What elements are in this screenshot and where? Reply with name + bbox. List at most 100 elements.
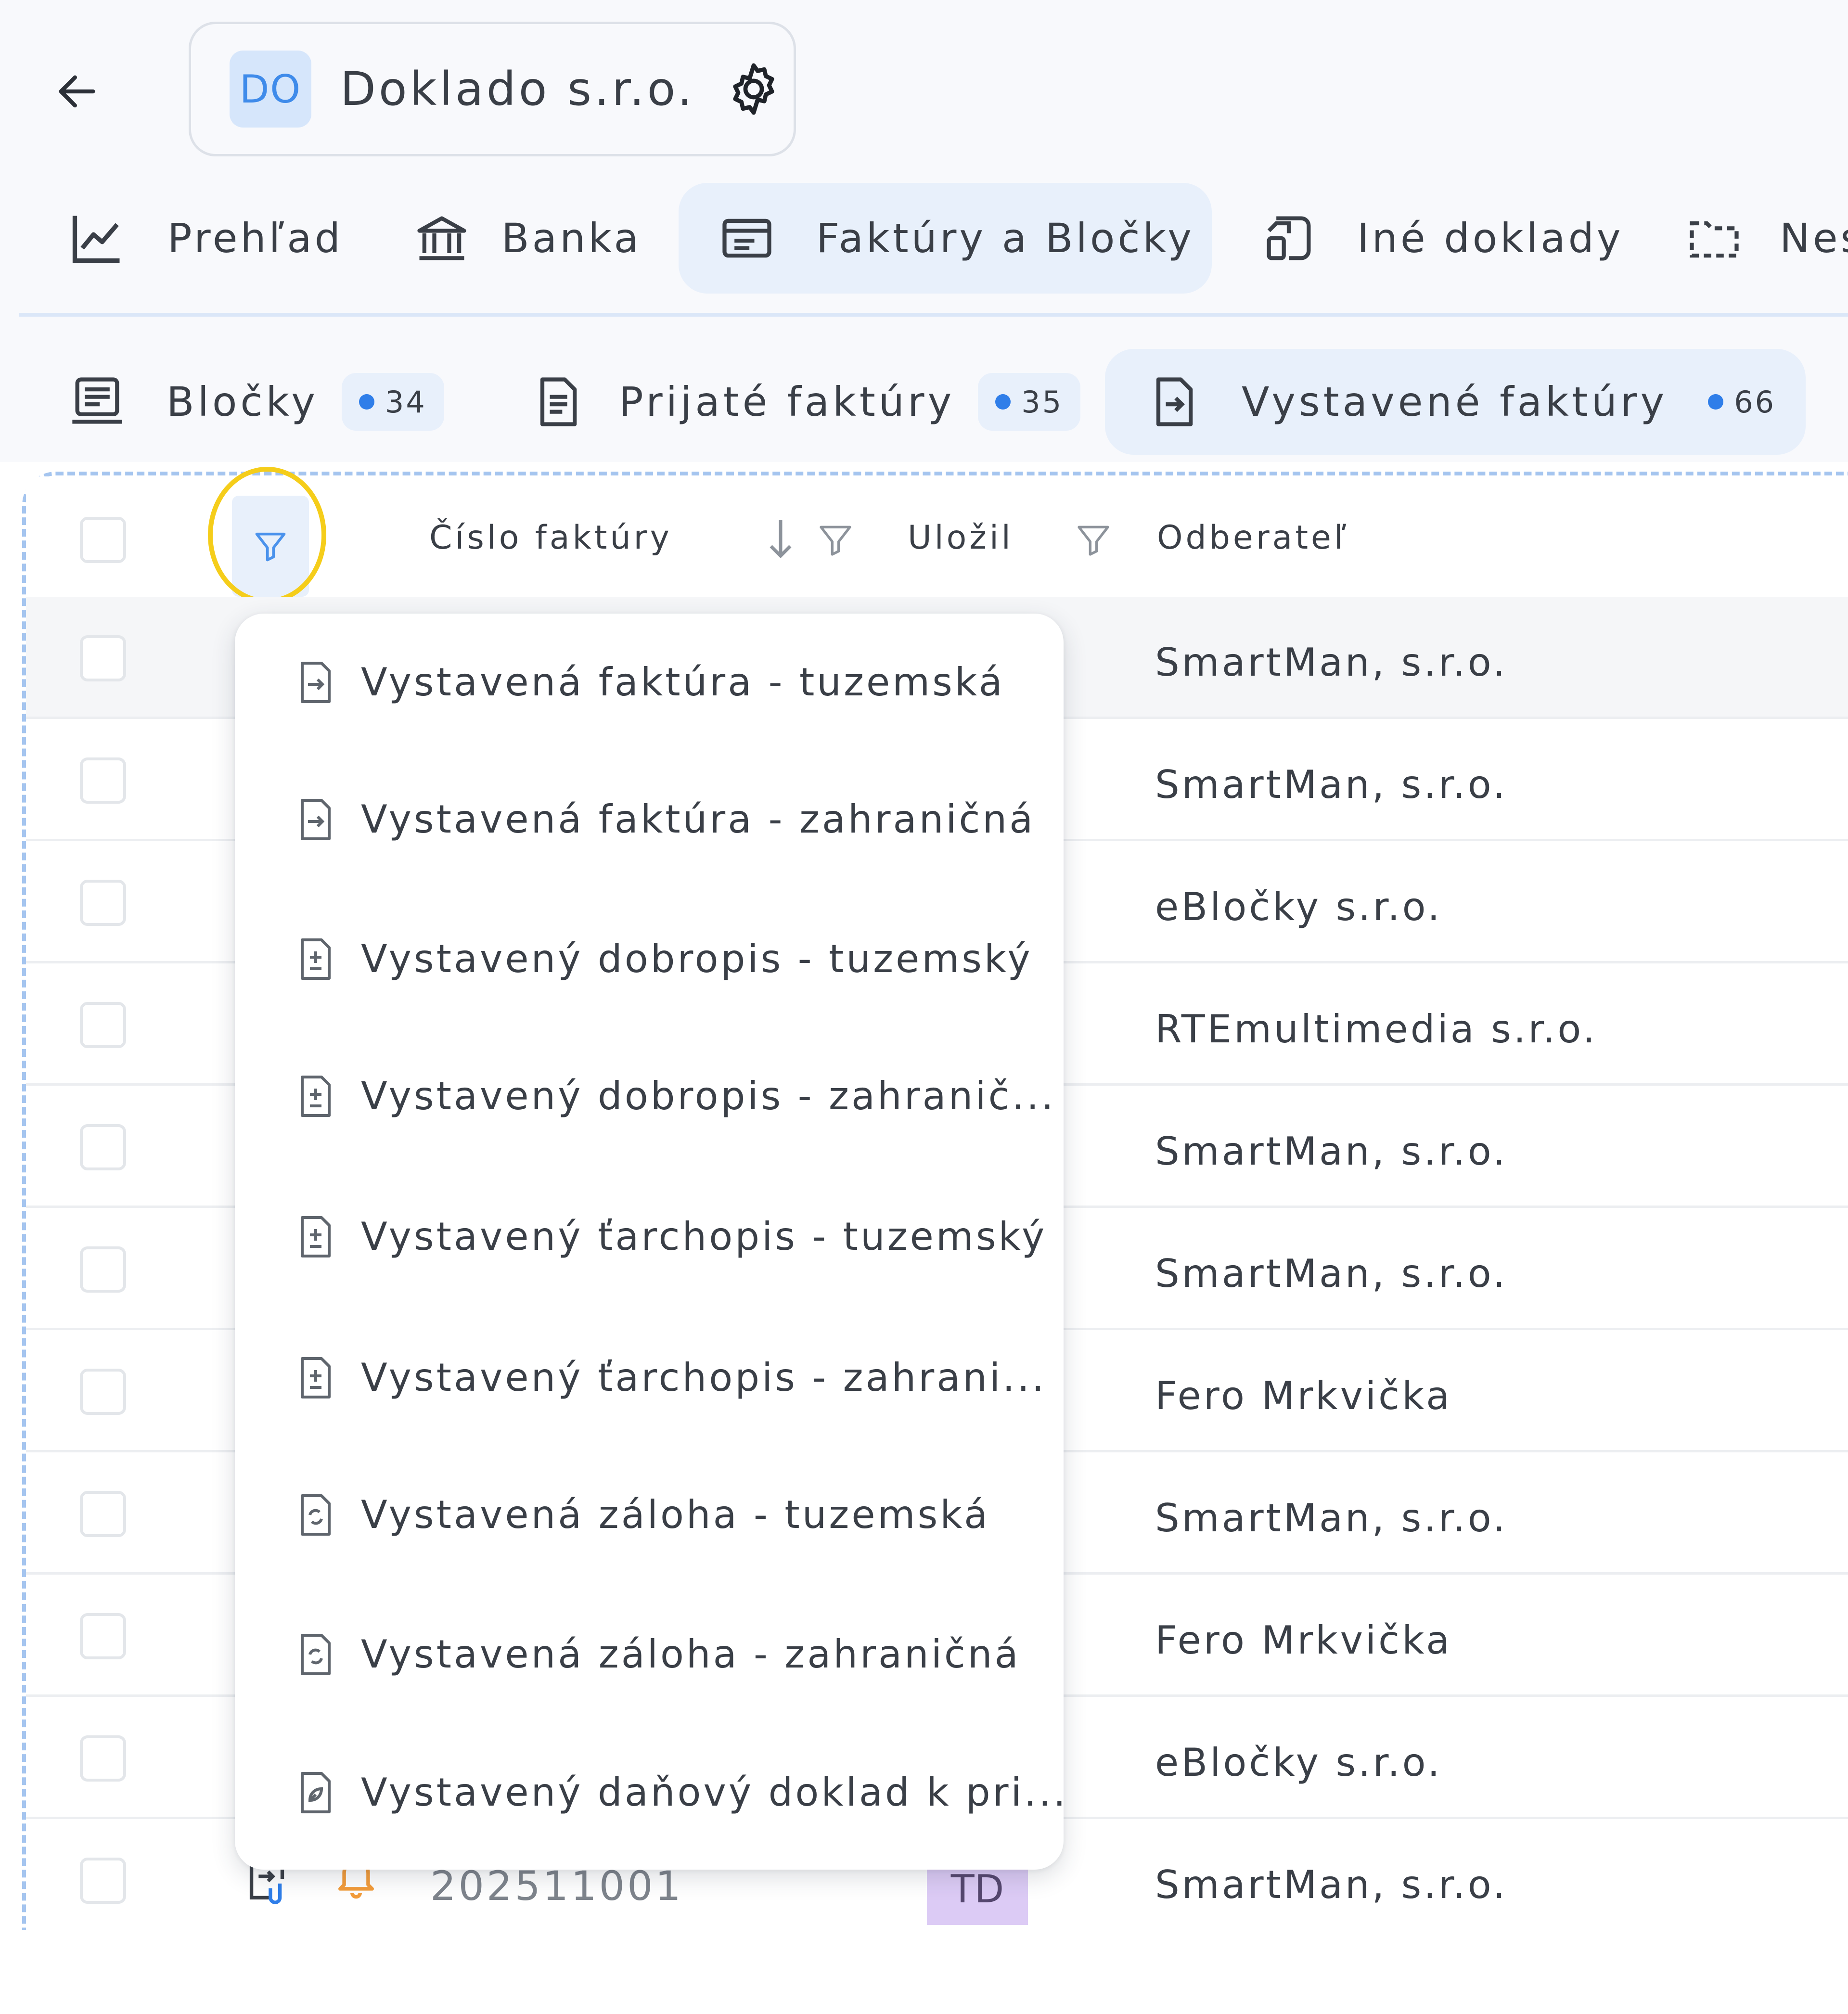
- bank-icon: [417, 216, 466, 260]
- tab-nes[interactable]: Nes: [1675, 183, 1848, 294]
- tab-ine-doklady-label: Iné doklady: [1357, 215, 1624, 262]
- document-cycle-icon: [301, 1633, 331, 1675]
- back-button[interactable]: [48, 63, 106, 120]
- tab-prehlad-label: Prehľad: [167, 215, 344, 262]
- row-checkbox[interactable]: [80, 1613, 126, 1659]
- menu-item[interactable]: Vystavená záloha - zahraničná: [235, 1586, 1064, 1723]
- company-avatar: DO: [230, 51, 311, 128]
- status-dot: [995, 394, 1011, 410]
- customer-cell: SmartMan, s.r.o.: [1155, 1129, 1508, 1174]
- customer-cell: RTEmultimedia s.r.o.: [1155, 1007, 1598, 1052]
- filter-icon: [1078, 526, 1109, 556]
- invoice-number-filter-button[interactable]: [815, 521, 856, 559]
- menu-item[interactable]: Vystavená faktúra - tuzemská: [235, 614, 1064, 751]
- company-switcher[interactable]: DO Doklado s.r.o.: [189, 22, 796, 156]
- page-bottom: [0, 1930, 1848, 2014]
- menu-item[interactable]: Vystavený dobropis - tuzemský: [235, 890, 1064, 1027]
- tab-nes-label: Nes: [1780, 215, 1848, 262]
- customer-cell: Fero Mrkvička: [1155, 1618, 1452, 1663]
- customer-cell: SmartMan, s.r.o.: [1155, 1862, 1508, 1907]
- count-value: 66: [1734, 384, 1776, 420]
- row-checkbox[interactable]: [80, 1858, 126, 1904]
- arrow-down-icon: [770, 520, 792, 558]
- row-checkbox[interactable]: [80, 1735, 126, 1782]
- tab-banka[interactable]: Banka: [402, 183, 651, 294]
- menu-item-label: Vystavená faktúra - zahraničná: [361, 797, 1036, 842]
- document-plus-minus-icon: [301, 1216, 331, 1257]
- count-badge: 35: [978, 373, 1081, 431]
- subtab-vystavene-faktury-label: Vystavené faktúry: [1242, 378, 1668, 425]
- customer-cell: SmartMan, s.r.o.: [1155, 762, 1508, 807]
- tab-prehlad[interactable]: Prehľad: [58, 183, 353, 294]
- menu-item-label: Vystavený ťarchopis - zahrani...: [361, 1355, 1047, 1400]
- receipt-icon: [72, 377, 122, 424]
- received-invoice-icon: [540, 377, 577, 426]
- document-type-filter-menu: Vystavená faktúra - tuzemská Vystavená f…: [235, 614, 1065, 1870]
- company-settings-button[interactable]: [724, 59, 783, 119]
- tab-banka-label: Banka: [501, 215, 642, 262]
- column-header-saved-by[interactable]: Uložil: [908, 519, 1014, 557]
- filter-icon: [820, 526, 851, 556]
- subtab-prijate-faktury[interactable]: Prijaté faktúry 35: [518, 349, 1090, 455]
- menu-item-label: Vystavený ťarchopis - tuzemský: [361, 1214, 1047, 1259]
- menu-item-label: Vystavená záloha - zahraničná: [361, 1632, 1021, 1677]
- menu-item-label: Vystavený dobropis - zahranič...: [361, 1074, 1056, 1118]
- customer-cell: SmartMan, s.r.o.: [1155, 1251, 1508, 1296]
- subtab-vystavene-faktury[interactable]: Vystavené faktúry 66: [1105, 349, 1806, 455]
- document-arrow-icon: [301, 798, 331, 840]
- subtab-prijate-faktury-label: Prijaté faktúry: [619, 378, 955, 425]
- menu-item-label: Vystavený dobropis - tuzemský: [361, 936, 1033, 981]
- tabs-divider: [19, 313, 1848, 317]
- highlight-ring: [208, 467, 326, 603]
- tab-faktury-a-blocky[interactable]: Faktúry a Bločky: [679, 183, 1212, 294]
- row-checkbox[interactable]: [80, 635, 126, 681]
- customer-cell: Fero Mrkvička: [1155, 1373, 1452, 1418]
- subtab-blocky-label: Bločky: [167, 378, 319, 425]
- document-leaf-icon: [301, 1771, 331, 1813]
- row-checkbox[interactable]: [80, 1002, 126, 1048]
- customer-cell: SmartMan, s.r.o.: [1155, 1496, 1508, 1540]
- issued-invoice-icon: [1156, 377, 1193, 426]
- row-checkbox[interactable]: [80, 880, 126, 926]
- invoice-icon: [722, 218, 771, 258]
- document-plus-minus-icon: [301, 938, 331, 980]
- menu-item[interactable]: Vystavený dobropis - zahranič...: [235, 1027, 1064, 1165]
- customer-cell: SmartMan, s.r.o.: [1155, 640, 1508, 685]
- other-documents-icon: [1267, 216, 1311, 260]
- document-plus-minus-icon: [301, 1357, 331, 1398]
- column-header-invoice-number[interactable]: Číslo faktúry: [429, 519, 672, 557]
- row-checkbox[interactable]: [80, 1246, 126, 1293]
- document-plus-minus-icon: [301, 1075, 331, 1117]
- menu-item[interactable]: Vystavený ťarchopis - zahrani...: [235, 1309, 1064, 1446]
- status-dot: [1708, 394, 1724, 410]
- count-value: 35: [1021, 384, 1064, 420]
- tab-faktury-a-blocky-label: Faktúry a Bločky: [816, 215, 1194, 262]
- row-checkbox[interactable]: [80, 1124, 126, 1170]
- menu-item[interactable]: Vystavený daňový doklad k pri...: [235, 1724, 1065, 1861]
- column-header-customer[interactable]: Odberateľ: [1157, 519, 1349, 557]
- row-checkbox[interactable]: [80, 757, 126, 804]
- count-badge: 66: [1691, 373, 1793, 431]
- subtab-blocky[interactable]: Bločky 34: [58, 349, 454, 455]
- main-tabs: Prehľad Banka Faktúry a Bločky Iné dokla…: [0, 183, 1848, 298]
- saved-by-filter-button[interactable]: [1073, 521, 1114, 559]
- row-checkbox[interactable]: [80, 1369, 126, 1415]
- arrow-left-icon: [59, 75, 95, 108]
- customer-cell: eBločky s.r.o.: [1155, 885, 1442, 929]
- count-value: 34: [385, 384, 427, 420]
- menu-item-label: Vystavený daňový doklad k pri...: [361, 1770, 1068, 1815]
- select-all-checkbox[interactable]: [80, 517, 126, 563]
- document-cycle-icon: [301, 1494, 331, 1536]
- tab-ine-doklady[interactable]: Iné doklady: [1249, 183, 1633, 294]
- customer-cell: eBločky s.r.o.: [1155, 1740, 1442, 1785]
- menu-item[interactable]: Vystavená záloha - tuzemská: [235, 1446, 1064, 1583]
- sort-desc-button[interactable]: [763, 515, 798, 563]
- chart-line-icon: [72, 216, 120, 263]
- document-arrow-icon: [301, 661, 331, 703]
- menu-item-label: Vystavená záloha - tuzemská: [361, 1492, 990, 1537]
- company-name: Doklado s.r.o.: [340, 62, 695, 116]
- gear-icon: [733, 63, 774, 115]
- row-checkbox[interactable]: [80, 1491, 126, 1537]
- menu-item[interactable]: Vystavená faktúra - zahraničná: [235, 751, 1064, 888]
- menu-item[interactable]: Vystavený ťarchopis - tuzemský: [235, 1168, 1064, 1305]
